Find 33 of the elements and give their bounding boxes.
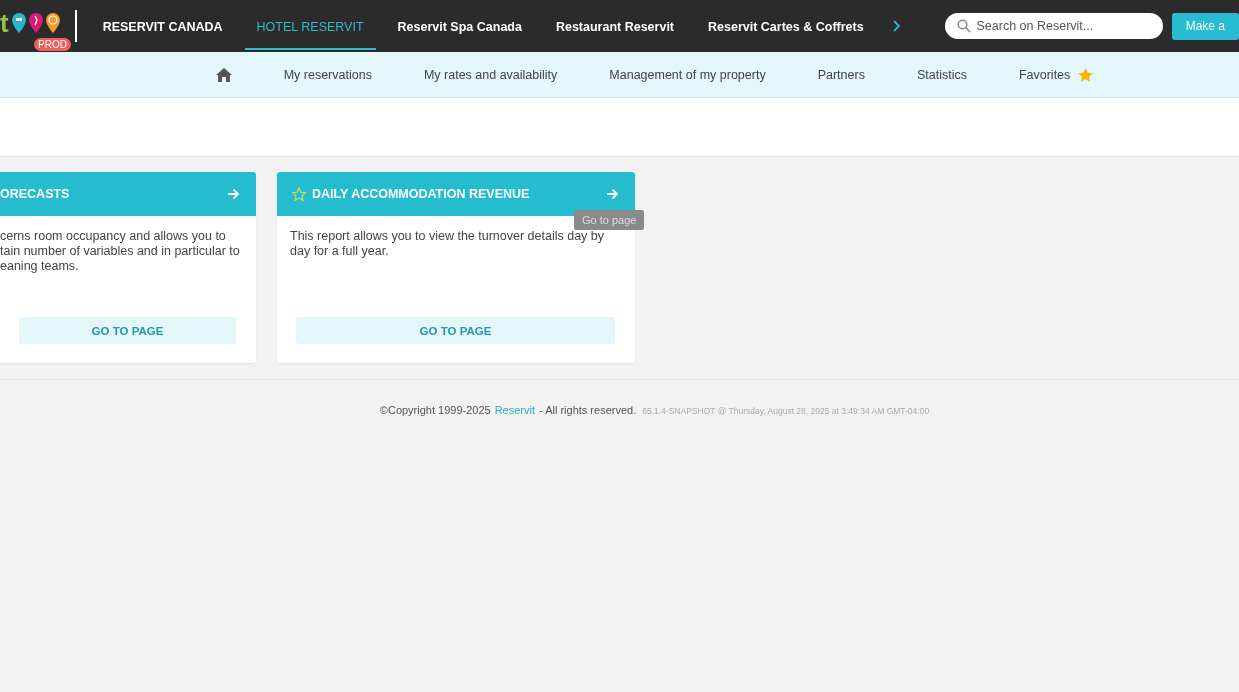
card-description: cerns room occupancy and allows you to [0, 229, 227, 244]
search-icon [956, 19, 971, 33]
card-title: DAILY ACCOMMODATION REVENUE [312, 187, 531, 201]
version-text: 65.1.4-SNAPSHOT @ Thursday, August 28, 2025 at 3:49:34 AM GMT-04:00 [642, 406, 930, 416]
logo-letter: t [0, 7, 9, 39]
site-tab[interactable]: Reservit Cartes & Coffrets [696, 2, 876, 50]
card-description: This report allows you to view the turnover details day by [290, 229, 606, 244]
card-description: tain number of variables and in particular to [0, 244, 241, 259]
menu-item[interactable]: Statistics [916, 67, 967, 82]
card-description: day for a full year. [290, 244, 390, 259]
menu-item[interactable]: My reservations [283, 67, 372, 82]
site-tab[interactable]: Restaurant Reservit [543, 2, 687, 50]
search-field[interactable]: Search on Reservit... [944, 13, 1163, 39]
home-icon[interactable] [215, 67, 232, 82]
arrow-right-icon[interactable] [227, 188, 240, 200]
logo-pins-icon [10, 12, 61, 34]
menu-item[interactable]: My rates and availability [423, 67, 558, 82]
environment-badge: PROD [34, 38, 71, 51]
card-title: ORECASTS [0, 187, 71, 201]
site-tab[interactable]: HOTEL RESERVIT [244, 2, 376, 50]
menu-item[interactable]: Favorites [1018, 67, 1071, 82]
card-description: eaning teams. [0, 259, 80, 274]
rights-text: - All rights reserved. [539, 404, 637, 416]
tooltip: Go to page [574, 210, 645, 230]
arrow-right-icon[interactable] [606, 188, 619, 200]
site-tab[interactable]: RESERVIT CANADA [90, 2, 235, 50]
site-tab[interactable]: Reservit Spa Canada [385, 2, 534, 50]
star-outline-icon[interactable] [292, 187, 306, 201]
star-icon [1078, 67, 1094, 82]
menu-item[interactable]: Partners [817, 67, 865, 82]
copyright-text: ©Copyright 1999-2025 [379, 404, 491, 416]
menu-item[interactable]: Management of my property [609, 67, 766, 82]
chevron-right-icon[interactable] [891, 19, 902, 33]
